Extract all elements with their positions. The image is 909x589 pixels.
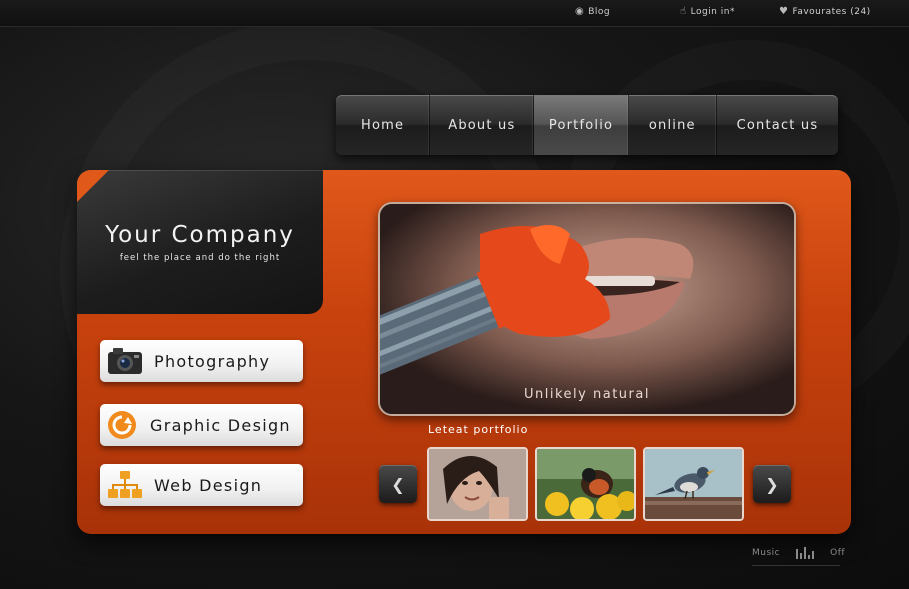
bird-flowers-thumb[interactable] xyxy=(535,447,636,521)
main-nav: Home About us Portfolio online Contact u… xyxy=(336,95,838,155)
equalizer-icon xyxy=(796,547,815,559)
favourites-link[interactable]: ♥ Favourates (24) xyxy=(779,6,871,17)
photography-button[interactable]: Photography xyxy=(100,340,303,382)
chevron-left-icon: ❮ xyxy=(391,474,405,494)
bird-fence-thumb[interactable] xyxy=(643,447,744,521)
corner-flag xyxy=(77,170,109,202)
users-icon: ◉ xyxy=(575,6,585,17)
hero-caption: Unlikely natural xyxy=(524,387,650,402)
graphic-design-label: Graphic Design xyxy=(150,415,291,435)
music-toggle[interactable]: Music Off xyxy=(752,547,845,559)
music-label: Music xyxy=(752,548,781,558)
portfolio-label: Leteat portfolio xyxy=(428,423,529,436)
thumbs-up-icon: ☝ xyxy=(680,6,687,17)
company-title: Your Company xyxy=(105,222,295,248)
hero-image: Unlikely natural xyxy=(378,202,796,416)
camera-icon xyxy=(106,345,144,377)
music-divider xyxy=(752,565,840,566)
login-link[interactable]: ☝ Login in* xyxy=(680,6,735,17)
lips-brush-illustration xyxy=(380,204,794,414)
nav-home[interactable]: Home xyxy=(336,95,431,155)
blog-label: Blog xyxy=(588,6,611,17)
nav-online[interactable]: online xyxy=(629,95,717,155)
blog-link[interactable]: ◉ Blog xyxy=(575,6,610,17)
heart-icon: ♥ xyxy=(779,6,789,17)
nav-portfolio[interactable]: Portfolio xyxy=(534,95,629,155)
sitemap-icon xyxy=(106,469,144,501)
photography-label: Photography xyxy=(154,351,271,371)
web-design-label: Web Design xyxy=(154,475,263,495)
company-tagline: feel the place and do the right xyxy=(119,253,281,263)
company-box: Your Company feel the place and do the r… xyxy=(77,170,323,314)
portrait-thumb[interactable] xyxy=(427,447,528,521)
web-design-button[interactable]: Web Design xyxy=(100,464,303,506)
chevron-right-icon: ❯ xyxy=(765,474,779,494)
top-bar: ◉ Blog ☝ Login in* ♥ Favourates (24) xyxy=(0,0,909,27)
login-label: Login in* xyxy=(690,6,735,17)
nav-about-us[interactable]: About us xyxy=(430,95,535,155)
next-button[interactable]: ❯ xyxy=(753,465,791,503)
refresh-icon xyxy=(106,409,138,441)
music-state: Off xyxy=(830,548,846,558)
favourites-label: Favourates (24) xyxy=(792,6,871,17)
graphic-design-button[interactable]: Graphic Design xyxy=(100,404,303,446)
prev-button[interactable]: ❮ xyxy=(379,465,417,503)
nav-contact-us[interactable]: Contact us xyxy=(717,95,838,155)
